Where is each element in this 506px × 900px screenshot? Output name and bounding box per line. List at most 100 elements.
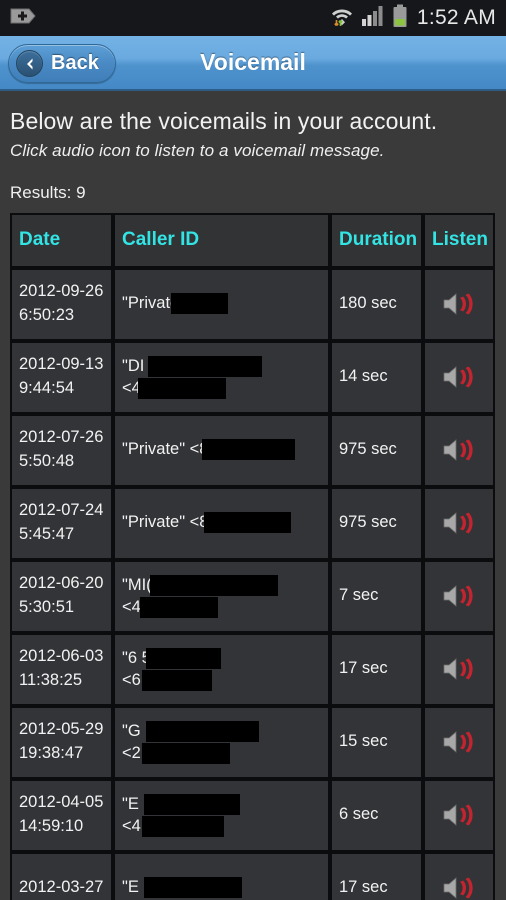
cell-duration: 975 sec [330, 413, 423, 487]
date-value: 2012-06-03 [19, 647, 104, 666]
cell-listen[interactable] [423, 778, 495, 852]
column-header-listen[interactable]: Listen [423, 212, 495, 268]
chevron-left-icon [16, 50, 43, 77]
cell-listen[interactable] [423, 632, 495, 706]
cell-duration: 180 sec [330, 267, 423, 341]
cell-listen[interactable] [423, 705, 495, 779]
cell-date: 2012-07-24 5:45:47 [10, 486, 113, 560]
time-value: 6:50:23 [19, 306, 75, 325]
cell-date: 2012-09-26 6:50:23 [10, 267, 113, 341]
table-header-row: Date Caller ID Duration Listen [10, 212, 495, 268]
redaction-bar [148, 356, 262, 378]
date-value: 2012-09-13 [19, 355, 104, 374]
cell-caller-id: "Private" < > [113, 267, 330, 341]
date-value: 2012-06-20 [19, 574, 104, 593]
plus-flag-icon [10, 6, 36, 31]
speaker-audio-icon[interactable] [425, 270, 493, 339]
table-row: 2012-03-27 "E " 17 sec [10, 851, 495, 900]
table-row: 2012-05-29 19:38:47 "G " <2 >15 sec [10, 705, 495, 779]
cell-signal-icon [361, 5, 385, 32]
date-value: 2012-03-27 [19, 878, 104, 897]
caller-id-line: "E " [122, 876, 321, 900]
time-value: 5:50:48 [19, 452, 75, 471]
speaker-audio-icon[interactable] [425, 635, 493, 704]
redaction-bar [142, 743, 230, 765]
back-button[interactable]: Back [8, 44, 116, 83]
redaction-bar [142, 816, 224, 838]
cell-duration: 15 sec [330, 705, 423, 779]
redaction-bar [142, 670, 212, 692]
cell-listen[interactable] [423, 851, 495, 900]
cell-duration: 17 sec [330, 632, 423, 706]
table-row: 2012-06-03 11:38:25 "6 5"<6 5> 17 sec [10, 632, 495, 706]
caller-id-line: "DI Y" [122, 355, 321, 378]
caller-id-line: <4 > [122, 596, 321, 619]
caller-id-line: <6 5> [122, 669, 321, 692]
speaker-audio-icon[interactable] [425, 854, 493, 900]
redaction-bar [140, 597, 218, 619]
speaker-audio-icon[interactable] [425, 708, 493, 777]
cell-date: 2012-05-29 19:38:47 [10, 705, 113, 779]
time-value: 19:38:47 [19, 744, 84, 763]
column-header-caller-id[interactable]: Caller ID [113, 212, 330, 268]
table-row: 2012-07-26 5:50:48 "Private" <8 > 975 sec [10, 413, 495, 487]
status-bar-right: 1:52 AM [330, 4, 496, 33]
redaction-bar [204, 512, 291, 534]
cell-date: 2012-09-13 9:44:54 [10, 340, 113, 414]
date-value: 2012-04-05 [19, 793, 104, 812]
cell-date: 2012-04-05 14:59:10 [10, 778, 113, 852]
battery-icon [392, 4, 408, 33]
date-value: 2012-07-24 [19, 501, 104, 520]
caller-id-line: <4 )> [122, 377, 321, 400]
caller-id-line: "E " [122, 793, 321, 816]
cell-caller-id: "MI( IA "<4 > [113, 559, 330, 633]
time-value: 14:59:10 [19, 817, 84, 836]
status-bar-clock: 1:52 AM [416, 6, 496, 29]
cell-listen[interactable] [423, 340, 495, 414]
table-row: 2012-04-05 14:59:10 "E " <4 >6 sec [10, 778, 495, 852]
results-count: Results: 9 [10, 182, 86, 202]
cell-listen[interactable] [423, 486, 495, 560]
cell-caller-id: "Private" <8 > [113, 413, 330, 487]
cell-duration: 6 sec [330, 778, 423, 852]
caller-id-line: "G " [122, 720, 321, 743]
cell-caller-id: "G " <2 > [113, 705, 330, 779]
cell-date: 2012-03-27 [10, 851, 113, 900]
speaker-audio-icon[interactable] [425, 343, 493, 412]
table-row: 2012-09-26 6:50:23 "Private" < > 180 sec [10, 267, 495, 341]
redaction-bar [202, 439, 295, 461]
caller-id-line: "Private" <8 > [122, 438, 321, 462]
redaction-bar [150, 575, 278, 597]
speaker-audio-icon[interactable] [425, 781, 493, 850]
intro-subheading: Click audio icon to listen to a voicemai… [10, 140, 385, 160]
speaker-audio-icon[interactable] [425, 416, 493, 485]
status-bar-left [10, 6, 36, 31]
time-value: 11:38:25 [19, 671, 83, 690]
cell-listen[interactable] [423, 559, 495, 633]
redaction-bar [144, 877, 242, 899]
speaker-audio-icon[interactable] [425, 489, 493, 558]
cell-duration: 7 sec [330, 559, 423, 633]
redaction-bar [146, 648, 221, 670]
redaction-bar [144, 794, 240, 816]
cell-date: 2012-07-26 5:50:48 [10, 413, 113, 487]
cell-duration: 17 sec [330, 851, 423, 900]
date-value: 2012-09-26 [19, 282, 104, 301]
cell-caller-id: "E " <4 > [113, 778, 330, 852]
cell-caller-id: "Private" <8 7> [113, 486, 330, 560]
column-header-date[interactable]: Date [10, 212, 113, 268]
cell-listen[interactable] [423, 267, 495, 341]
cell-duration: 975 sec [330, 486, 423, 560]
table-row: 2012-06-205:30:51"MI( IA "<4 >7 sec [10, 559, 495, 633]
time-value: 5:45:47 [19, 525, 75, 544]
time-value: 9:44:54 [19, 379, 75, 398]
column-header-duration[interactable]: Duration [330, 212, 423, 268]
speaker-audio-icon[interactable] [425, 562, 493, 631]
redaction-bar [171, 293, 228, 315]
table-body: 2012-09-26 6:50:23 "Private" < > 180 sec 20… [10, 267, 495, 900]
cell-listen[interactable] [423, 413, 495, 487]
caller-id-line: "Private" < > [122, 292, 321, 316]
wifi-icon [330, 4, 354, 33]
caller-id-line: "6 5" [122, 647, 321, 670]
cell-date: 2012-06-20 5:30:51 [10, 559, 113, 633]
